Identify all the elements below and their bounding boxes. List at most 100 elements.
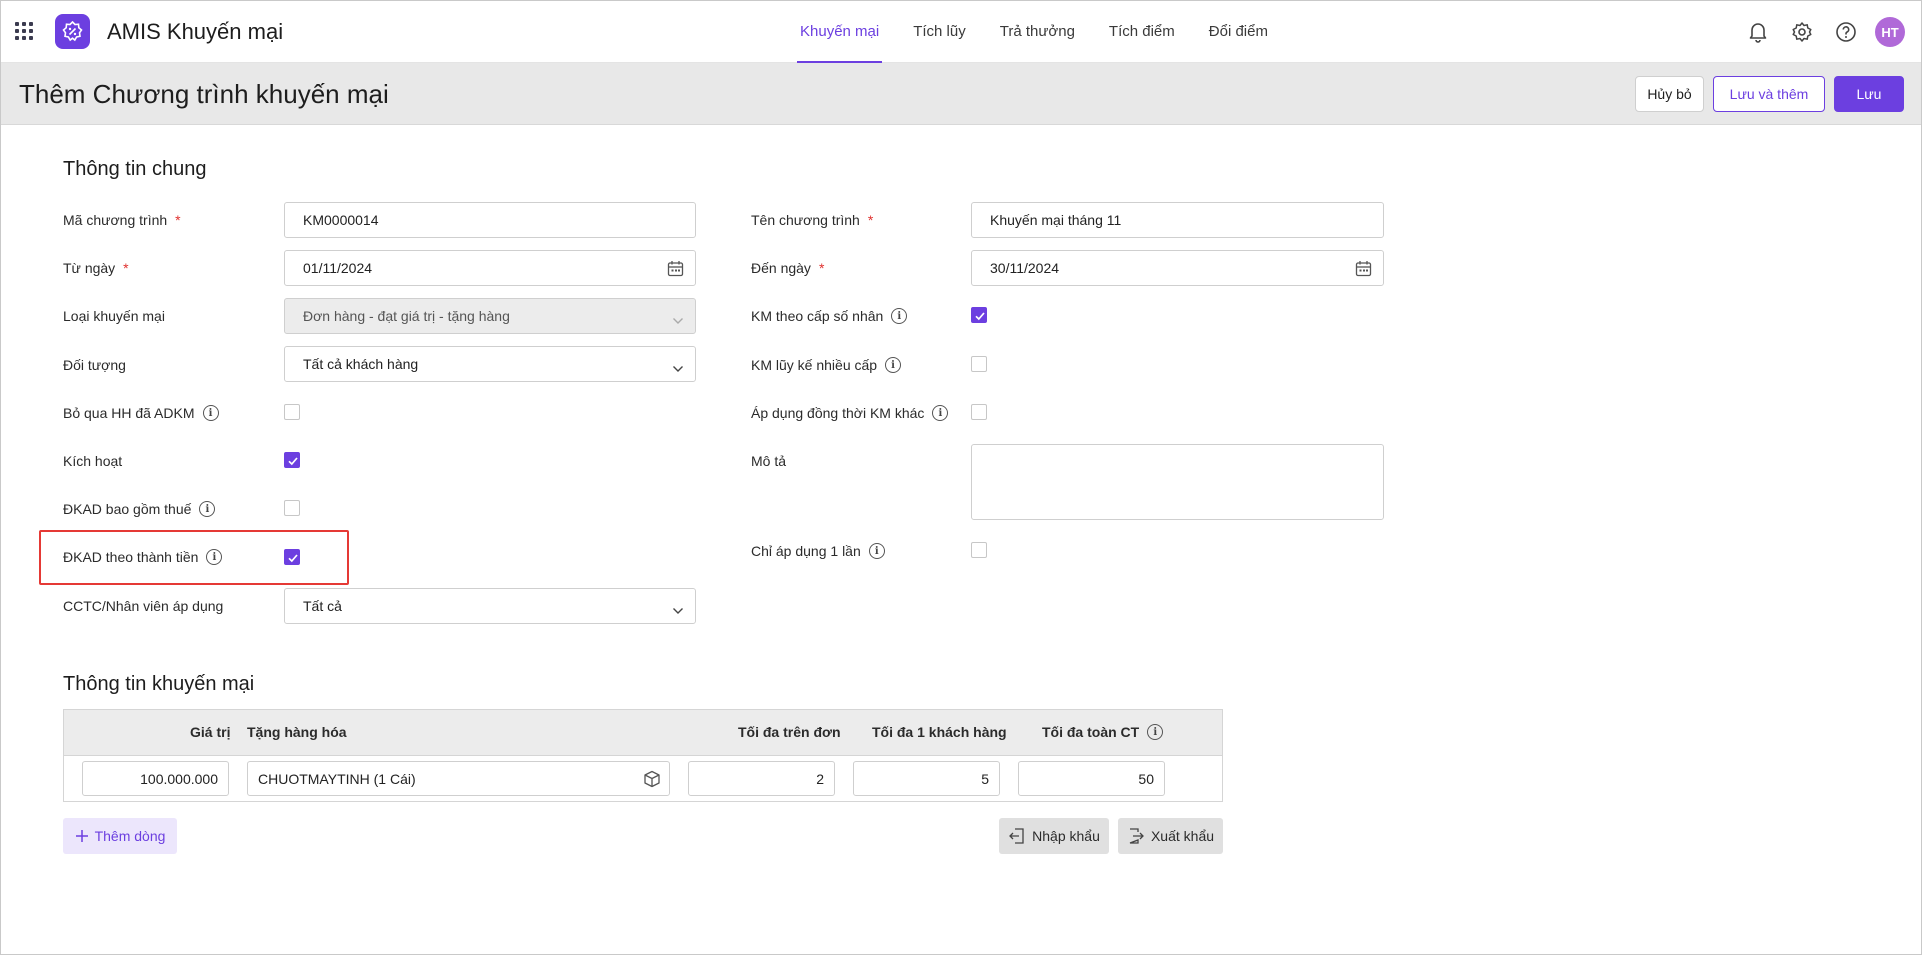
top-bar: AMIS Khuyến mại Khuyến mại Tích lũy Trả … — [1, 1, 1921, 63]
avatar[interactable]: HT — [1875, 17, 1905, 47]
code-label-text: Mã chương trình — [63, 212, 168, 228]
value-cell[interactable]: 100.000.000 — [82, 761, 229, 796]
chevron-down-icon — [672, 312, 684, 328]
import-label: Nhập khẩu — [1032, 828, 1100, 844]
active-label: Kích hoạt — [63, 453, 123, 469]
org-unit-select[interactable]: Tất cả — [284, 588, 696, 624]
promo-section-title: Thông tin khuyến mại — [63, 673, 255, 695]
page-header: Thêm Chương trình khuyến mại Hủy bỏ Lưu … — [1, 63, 1921, 125]
skip-adkm-checkbox[interactable] — [284, 404, 300, 420]
nav-khuyen-mai[interactable]: Khuyến mại — [783, 1, 896, 63]
nav-tich-luy[interactable]: Tích lũy — [896, 1, 983, 63]
description-label: Mô tả — [751, 453, 787, 469]
export-button[interactable]: Xuất khẩu — [1118, 818, 1223, 854]
from-date-label: Từ ngày * — [63, 258, 129, 278]
max-order-cell[interactable]: 2 — [688, 761, 835, 796]
help-icon[interactable] — [1831, 17, 1861, 47]
by-amount-label: ĐKAD theo thành tiền i — [63, 547, 223, 567]
to-date-input[interactable]: 30/11/2024 — [971, 250, 1384, 286]
cumulative-checkbox[interactable] — [971, 356, 987, 372]
target-select[interactable]: Tất cả khách hàng — [284, 346, 696, 382]
bell-icon[interactable] — [1743, 17, 1773, 47]
by-amount-label-text: ĐKAD theo thành tiền — [63, 549, 199, 565]
promo-type-label: Loại khuyến mại — [63, 308, 165, 324]
info-icon[interactable]: i — [206, 549, 223, 565]
import-icon — [1009, 828, 1024, 844]
chevron-down-icon[interactable] — [672, 360, 684, 376]
from-date-label-text: Từ ngày — [63, 260, 116, 276]
cumulative-label: KM lũy kế nhiều cấp i — [751, 355, 902, 375]
add-row-button[interactable]: Thêm dòng — [63, 818, 177, 854]
chevron-down-icon[interactable] — [672, 602, 684, 618]
info-icon[interactable]: i — [1147, 724, 1164, 740]
required-mark: * — [175, 212, 181, 228]
code-input[interactable]: KM0000014 — [284, 202, 696, 238]
max-customer-cell[interactable]: 5 — [853, 761, 1000, 796]
active-checkbox[interactable] — [284, 452, 300, 468]
page-title: Thêm Chương trình khuyến mại — [19, 79, 389, 109]
tax-included-label-text: ĐKAD bao gồm thuế — [63, 501, 192, 517]
main-nav: Khuyến mại Tích lũy Trả thưởng Tích điểm… — [783, 1, 1285, 63]
concurrent-checkbox[interactable] — [971, 404, 987, 420]
max-total-cell[interactable]: 50 — [1018, 761, 1165, 796]
promo-table: Giá trị Tặng hàng hóa Tối đa trên đơn Tố… — [63, 709, 1223, 802]
org-unit-label: CCTC/Nhân viên áp dụng — [63, 598, 224, 614]
nav-tich-diem[interactable]: Tích điểm — [1092, 1, 1192, 63]
by-amount-checkbox[interactable] — [284, 549, 300, 565]
name-input[interactable]: Khuyến mại tháng 11 — [971, 202, 1384, 238]
promo-type-select: Đơn hàng - đạt giá trị - tặng hàng — [284, 298, 696, 334]
name-label-text: Tên chương trình — [751, 212, 860, 228]
plus-icon — [75, 830, 88, 842]
nav-tra-thuong[interactable]: Trả thưởng — [983, 1, 1092, 63]
info-icon[interactable]: i — [885, 357, 902, 373]
col-max-total-header: Tối đa toàn CT i — [1042, 724, 1164, 740]
apply-once-label-text: Chỉ áp dụng 1 lần — [751, 543, 861, 559]
promo-type-value: Đơn hàng - đạt giá trị - tặng hàng — [303, 308, 510, 324]
col-max-order-header: Tối đa trên đơn — [738, 724, 841, 740]
apps-grid-icon[interactable] — [15, 22, 33, 40]
col-max-customer-header: Tối đa 1 khách hàng — [872, 724, 1007, 740]
multiplier-label-text: KM theo cấp số nhân — [751, 308, 884, 324]
skip-adkm-label-text: Bỏ qua HH đã ADKM — [63, 405, 195, 421]
tax-included-label: ĐKAD bao gồm thuế i — [63, 499, 216, 519]
calendar-icon[interactable] — [1355, 260, 1372, 280]
export-label: Xuất khẩu — [1150, 828, 1215, 844]
to-date-label-text: Đến ngày — [751, 260, 811, 276]
table-header: Giá trị Tặng hàng hóa Tối đa trên đơn Tố… — [64, 710, 1222, 756]
concurrent-label: Áp dụng đồng thời KM khác i — [751, 403, 949, 423]
top-icons: HT — [1743, 17, 1905, 47]
app-logo-icon — [55, 14, 90, 49]
save-and-add-button[interactable]: Lưu và thêm — [1713, 76, 1825, 112]
gift-value: CHUOTMAYTINH (1 Cái) — [258, 770, 416, 787]
nav-doi-diem[interactable]: Đổi điểm — [1192, 1, 1285, 63]
org-unit-value: Tất cả — [303, 598, 342, 614]
save-button[interactable]: Lưu — [1834, 76, 1904, 112]
cancel-button[interactable]: Hủy bỏ — [1635, 76, 1704, 112]
app-title: AMIS Khuyến mại — [107, 19, 284, 44]
required-mark: * — [123, 260, 129, 276]
info-icon[interactable]: i — [891, 308, 908, 324]
gear-icon[interactable] — [1787, 17, 1817, 47]
general-section-title: Thông tin chung — [63, 158, 207, 180]
name-label: Tên chương trình * — [751, 210, 873, 230]
code-label: Mã chương trình * — [63, 210, 181, 230]
info-icon[interactable]: i — [932, 405, 949, 421]
info-icon[interactable]: i — [199, 501, 216, 517]
box-icon[interactable] — [643, 770, 661, 791]
description-textarea[interactable] — [971, 444, 1384, 520]
col-gift-header: Tặng hàng hóa — [247, 724, 347, 740]
multiplier-label: KM theo cấp số nhân i — [751, 306, 908, 326]
from-date-input[interactable]: 01/11/2024 — [284, 250, 696, 286]
info-icon[interactable]: i — [202, 405, 219, 421]
apply-once-checkbox[interactable] — [971, 542, 987, 558]
import-button[interactable]: Nhập khẩu — [999, 818, 1109, 854]
multiplier-checkbox[interactable] — [971, 307, 987, 323]
export-icon — [1129, 828, 1144, 844]
calendar-icon[interactable] — [667, 260, 684, 280]
gift-cell[interactable]: CHUOTMAYTINH (1 Cái) — [247, 761, 670, 796]
info-icon[interactable]: i — [868, 543, 885, 559]
target-label: Đối tượng — [63, 357, 126, 373]
skip-adkm-label: Bỏ qua HH đã ADKM i — [63, 403, 219, 423]
add-row-label: Thêm dòng — [94, 828, 166, 844]
tax-included-checkbox[interactable] — [284, 500, 300, 516]
